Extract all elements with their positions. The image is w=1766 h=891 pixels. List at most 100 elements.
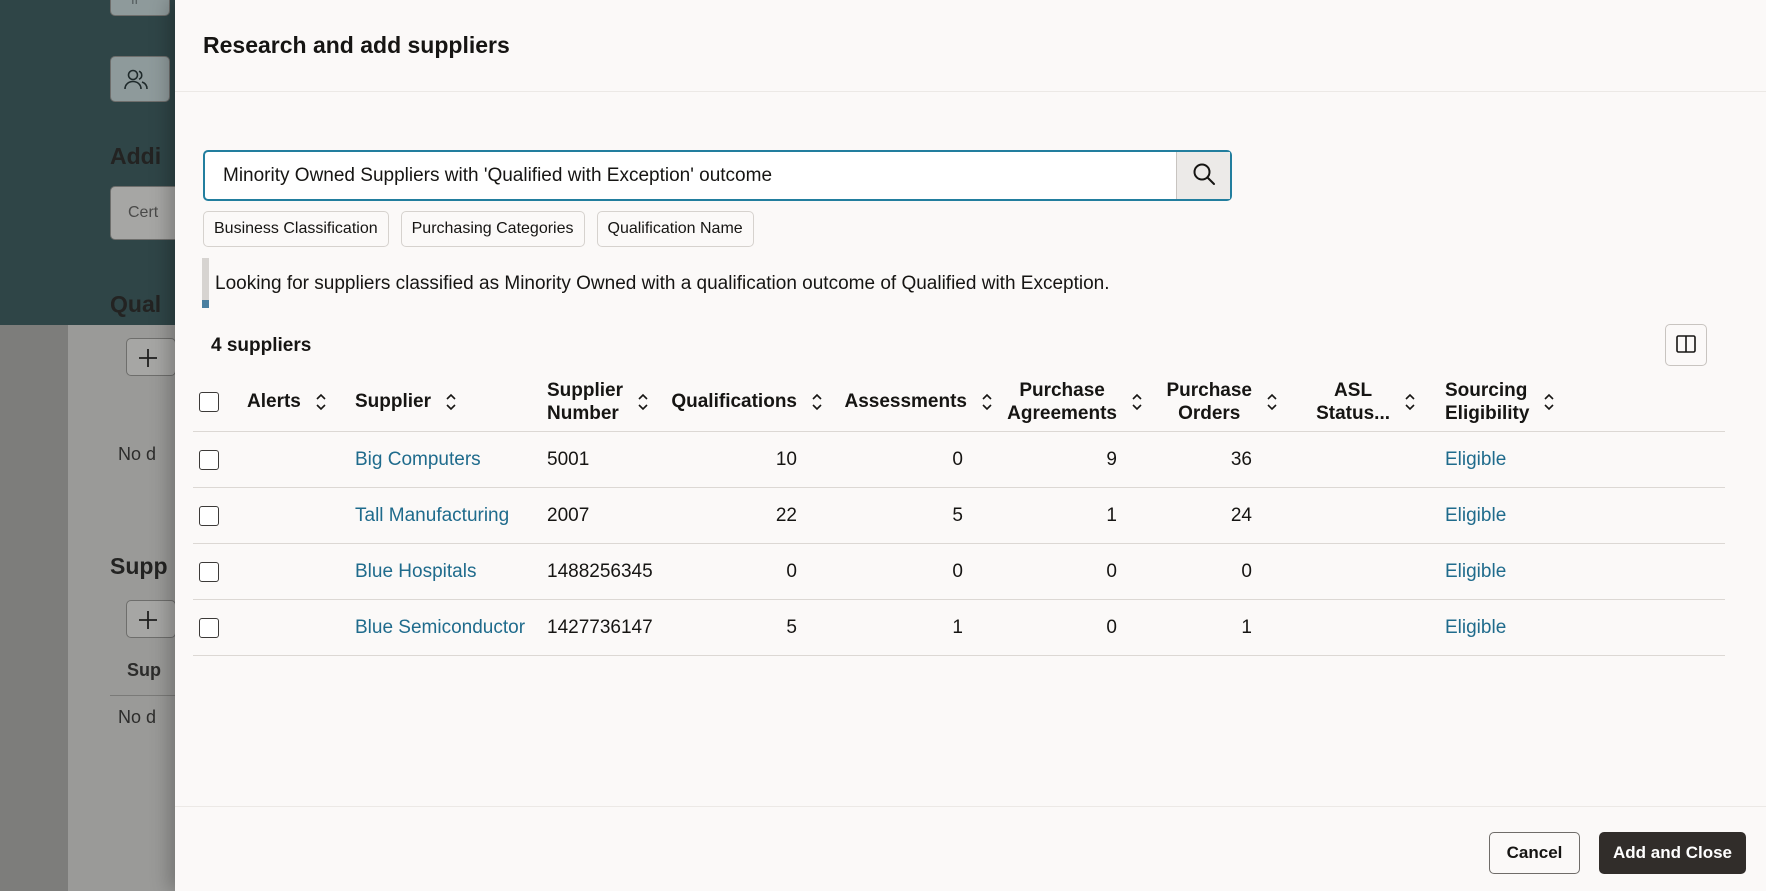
table-row: Tall Manufacturing 2007 22 5 1 24 Eligib… <box>193 488 1725 544</box>
eligibility-link[interactable]: Eligible <box>1445 600 1506 655</box>
col-sourcing-eligibility[interactable]: Sourcing Eligibility <box>1445 372 1575 431</box>
users-icon <box>123 67 149 98</box>
row-checkbox[interactable] <box>199 561 219 582</box>
background-left-strip <box>0 325 68 891</box>
dialog-footer-divider <box>175 806 1766 807</box>
eligibility-link[interactable]: Eligible <box>1445 544 1506 599</box>
col-purchase-orders-line2: Orders <box>1178 402 1241 424</box>
background-top-button: lr <box>110 0 170 16</box>
background-users-button <box>110 56 170 102</box>
sort-icon <box>1266 393 1278 411</box>
table-header: Alerts Supplier Supplier Number Qualifica… <box>193 372 1725 432</box>
search-icon <box>1192 162 1216 189</box>
background-no-data-1: No d <box>118 444 157 464</box>
col-alerts[interactable]: Alerts <box>247 372 347 431</box>
qualifications-value: 0 <box>786 560 797 582</box>
background-add-qual-button <box>126 338 176 376</box>
col-asl-status-line1: ASL <box>1334 379 1373 401</box>
sort-icon <box>811 393 823 411</box>
orders-value: 0 <box>1241 560 1252 582</box>
sort-icon <box>1404 393 1416 411</box>
info-accent-bar <box>202 258 209 308</box>
assessments-value: 0 <box>952 448 963 470</box>
row-select-cell <box>199 432 229 487</box>
background-section-additional: Addi <box>110 143 162 169</box>
asl-status-value <box>1293 488 1416 543</box>
supplier-link[interactable]: Tall Manufacturing <box>355 488 509 543</box>
col-supplier[interactable]: Supplier <box>355 372 495 431</box>
col-supplier-number-line1: Supplier <box>547 379 624 401</box>
dialog-header: Research and add suppliers <box>175 0 1766 92</box>
col-purchase-agreements-line2: Agreements <box>1007 402 1117 424</box>
table-row: Blue Semiconductor 1427736147 5 1 0 1 El… <box>193 600 1725 656</box>
col-purchase-orders[interactable]: Purchase Orders <box>1133 372 1278 431</box>
orders-value: 24 <box>1230 504 1252 526</box>
background-divider <box>110 695 180 696</box>
cancel-button[interactable]: Cancel <box>1489 832 1580 874</box>
agreements-value: 1 <box>1106 504 1117 526</box>
supplier-number: 5001 <box>547 448 590 470</box>
table-row: Big Computers 5001 10 0 9 36 Eligible <box>193 432 1725 488</box>
col-assessments[interactable]: Assessments <box>833 372 993 431</box>
col-qualifications-label: Qualifications <box>671 391 797 412</box>
background-top-button-label: lr <box>131 0 140 9</box>
chip-business-classification[interactable]: Business Classification <box>203 211 389 247</box>
select-all-cell <box>199 372 229 431</box>
row-select-cell <box>199 488 229 543</box>
col-sourcing-eligibility-label: Sourcing Eligibility <box>1445 379 1529 425</box>
supplier-number: 1488256345 <box>547 560 653 582</box>
assessments-value: 0 <box>952 560 963 582</box>
select-all-checkbox[interactable] <box>199 391 219 412</box>
col-asl-status-line2: Status... <box>1316 402 1390 424</box>
chip-qualification-name[interactable]: Qualification Name <box>596 211 754 247</box>
column-panel-button[interactable] <box>1665 324 1707 366</box>
search-input[interactable] <box>205 152 1176 199</box>
sort-icon <box>637 393 649 411</box>
col-purchase-agreements-line1: Purchase <box>1019 379 1105 401</box>
add-and-close-button[interactable]: Add and Close <box>1599 832 1746 874</box>
qualifications-value: 10 <box>775 448 797 470</box>
background-section-supp: Supp <box>110 553 168 579</box>
row-checkbox[interactable] <box>199 505 219 526</box>
row-checkbox[interactable] <box>199 617 219 638</box>
background-col-sup: Sup <box>127 660 161 680</box>
col-purchase-agreements[interactable]: Purchase Agreements <box>973 372 1143 431</box>
asl-status-value <box>1293 600 1416 655</box>
col-asl-status[interactable]: ASL Status... <box>1293 372 1416 431</box>
search-interpretation-text: Looking for suppliers classified as Mino… <box>215 273 1110 294</box>
col-assessments-label: Assessments <box>844 391 967 412</box>
col-qualifications[interactable]: Qualifications <box>663 372 823 431</box>
col-supplier-number-line2: Number <box>547 402 619 424</box>
table-row: Blue Hospitals 1488256345 0 0 0 0 Eligib… <box>193 544 1725 600</box>
supplier-number: 1427736147 <box>547 616 653 638</box>
eligibility-link[interactable]: Eligible <box>1445 488 1506 543</box>
agreements-value: 0 <box>1106 616 1117 638</box>
plus-icon <box>137 609 159 636</box>
background-cert-field: Cert <box>110 186 180 240</box>
suppliers-table: Alerts Supplier Supplier Number Qualifica… <box>193 372 1725 656</box>
eligibility-link[interactable]: Eligible <box>1445 432 1506 487</box>
assessments-value: 1 <box>952 616 963 638</box>
plus-icon <box>137 347 159 374</box>
orders-value: 36 <box>1230 448 1252 470</box>
asl-status-value <box>1293 544 1416 599</box>
supplier-link[interactable]: Blue Hospitals <box>355 544 476 599</box>
chip-purchasing-categories[interactable]: Purchasing Categories <box>400 211 585 247</box>
supplier-link[interactable]: Big Computers <box>355 432 481 487</box>
search-button[interactable] <box>1176 152 1230 199</box>
row-checkbox[interactable] <box>199 449 219 470</box>
col-sourcing-eligibility-line2: Eligibility <box>1445 402 1530 424</box>
background-cert-label: Cert <box>128 204 159 221</box>
sort-icon <box>1543 393 1555 411</box>
qualifications-value: 22 <box>775 504 797 526</box>
supplier-link[interactable]: Blue Semiconductor <box>355 600 525 655</box>
search-box <box>203 150 1232 201</box>
agreements-value: 9 <box>1106 448 1117 470</box>
supplier-number: 2007 <box>547 504 590 526</box>
row-select-cell <box>199 600 229 655</box>
background-add-supp-button <box>126 600 176 638</box>
result-count: 4 suppliers <box>211 335 312 356</box>
filter-chips: Business Classification Purchasing Categ… <box>203 211 754 247</box>
col-alerts-label: Alerts <box>247 391 301 412</box>
research-suppliers-dialog: Research and add suppliers Business Clas… <box>175 0 1766 891</box>
